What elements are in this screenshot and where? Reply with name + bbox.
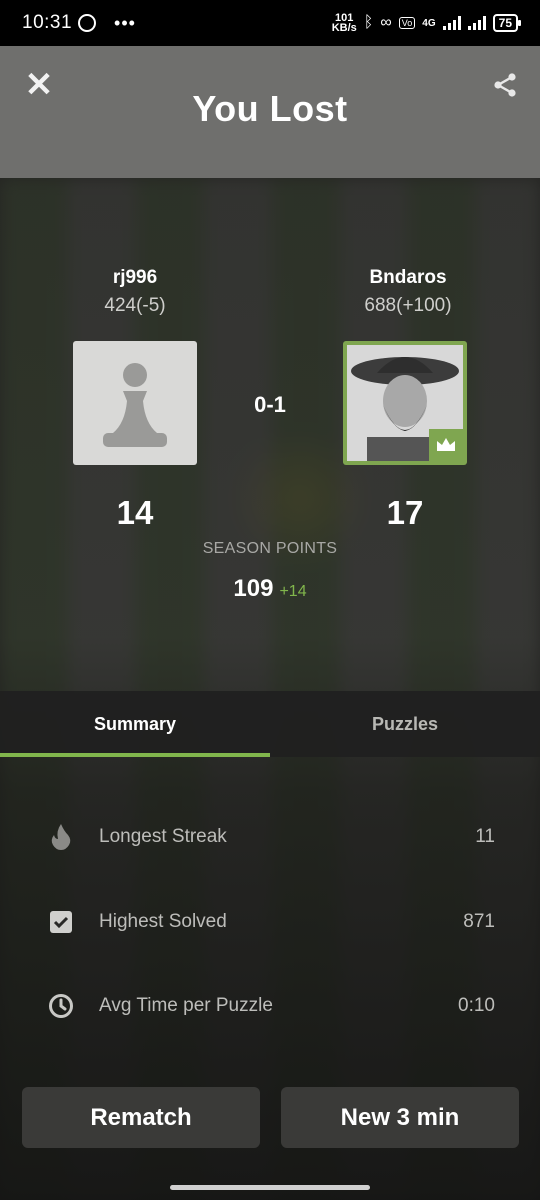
whatsapp-icon (78, 14, 97, 32)
stat-label: Longest Streak (99, 826, 227, 847)
new-game-button[interactable]: New 3 min (281, 1087, 519, 1148)
bluetooth-icon: ᛒ (363, 14, 374, 31)
signal-icon-2 (467, 16, 486, 30)
right-player-avatar[interactable] (343, 341, 467, 465)
stat-row-avg-time: Avg Time per Puzzle 0:10 (0, 986, 540, 1026)
crown-icon (437, 438, 455, 451)
active-tab-indicator (0, 753, 270, 757)
left-player-avatar[interactable] (73, 341, 197, 465)
status-right: 101 KB/s ᛒ ∞ Vo 4G 75 (331, 13, 522, 34)
right-player-points: 17 (386, 494, 424, 531)
right-player-name: Bndaros (369, 267, 447, 288)
tab-summary[interactable]: Summary (0, 691, 270, 757)
player-photo (347, 345, 463, 461)
signal-icon (442, 16, 461, 30)
page-title: You Lost (192, 88, 348, 129)
left-player-name: rj996 (112, 267, 158, 288)
status-bar: 10:31 ••• 101 KB/s ᛒ ∞ Vo 4G 75 (0, 0, 540, 46)
flame-icon (48, 824, 74, 850)
stat-value: 11 (475, 826, 495, 847)
status-time: 10:31 (22, 12, 73, 33)
tab-bar: Summary Puzzles (0, 691, 540, 757)
left-player-rating: 424(-5) (104, 295, 166, 316)
clock-icon (48, 993, 74, 1019)
stat-value: 0:10 (458, 995, 495, 1016)
volte-icon: Vo (398, 17, 416, 29)
season-points-value: 109 (233, 575, 274, 602)
season-points-delta: +14 (279, 583, 307, 600)
home-indicator[interactable] (170, 1185, 370, 1190)
battery-icon: 75 (492, 14, 522, 32)
more-notifications-icon: ••• (114, 12, 136, 33)
network-speed-unit: KB/s (331, 22, 357, 34)
status-left: 10:31 ••• (22, 12, 136, 34)
network-speed: 101 KB/s (331, 13, 357, 34)
stat-value: 871 (463, 911, 495, 932)
tab-puzzles[interactable]: Puzzles (270, 691, 540, 757)
link-icon: ∞ (380, 14, 392, 31)
stat-row-highest-solved: Highest Solved 871 (0, 902, 540, 942)
left-player-points: 14 (116, 494, 154, 531)
background-shade (0, 178, 540, 1200)
stat-label: Avg Time per Puzzle (99, 995, 273, 1016)
crown-badge (429, 429, 463, 461)
right-player-rating: 688(+100) (364, 295, 452, 316)
season-points-label: SEASON POINTS (202, 540, 338, 557)
rematch-button[interactable]: Rematch (22, 1087, 260, 1148)
stat-row-longest-streak: Longest Streak 11 (0, 817, 540, 857)
season-points-total: 109 +14 (0, 575, 540, 603)
result-header: ✕ You Lost (0, 46, 540, 178)
stat-label: Highest Solved (99, 911, 227, 932)
checkbox-icon (48, 909, 74, 935)
pawn-icon (103, 363, 167, 447)
network-type: 4G (422, 17, 436, 29)
game-score: 0-1 (254, 392, 286, 417)
